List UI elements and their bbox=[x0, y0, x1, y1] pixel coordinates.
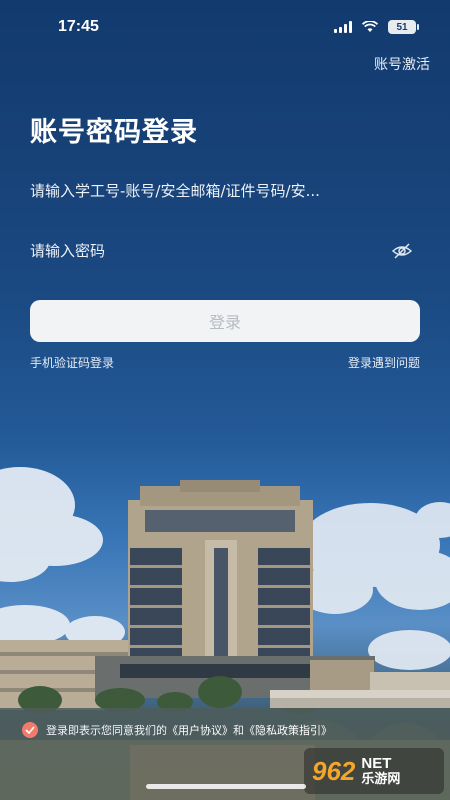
account-input-row bbox=[30, 176, 420, 206]
account-activation-link[interactable]: 账号激活 bbox=[374, 54, 430, 74]
eye-off-icon[interactable] bbox=[392, 242, 412, 260]
privacy-policy-link[interactable]: 《隐私政策指引》 bbox=[244, 724, 332, 737]
check-icon[interactable] bbox=[22, 722, 38, 738]
agreement-row: 登录即表示您同意我们的《用户协议》和《隐私政策指引》 bbox=[22, 722, 332, 738]
signal-icon bbox=[334, 21, 352, 33]
account-input[interactable] bbox=[30, 182, 390, 200]
watermark-net: NET bbox=[361, 755, 392, 773]
watermark-cn: 乐游网 bbox=[361, 771, 401, 787]
agreement-text: 登录即表示您同意我们的《用户协议》和《隐私政策指引》 bbox=[46, 722, 332, 738]
page-title: 账号密码登录 bbox=[30, 117, 198, 148]
status-icons: 51 bbox=[334, 20, 419, 34]
wifi-icon bbox=[362, 21, 378, 32]
agreement-and: 和 bbox=[233, 724, 244, 737]
status-bar: 17:45 51 bbox=[0, 0, 450, 56]
sms-login-link[interactable]: 手机验证码登录 bbox=[30, 354, 114, 371]
watermark-logo: 962 NET 乐游网 bbox=[304, 748, 444, 794]
login-problem-link[interactable]: 登录遇到问题 bbox=[348, 354, 420, 371]
status-time: 17:45 bbox=[58, 18, 99, 35]
watermark-brand: 962 bbox=[312, 755, 356, 786]
login-sub-links: 手机验证码登录 登录遇到问题 bbox=[30, 354, 420, 372]
password-input[interactable] bbox=[30, 242, 390, 260]
user-agreement-link[interactable]: 《用户协议》 bbox=[167, 724, 233, 737]
battery-icon: 51 bbox=[388, 20, 419, 34]
password-input-row bbox=[30, 236, 420, 266]
home-indicator bbox=[146, 784, 306, 789]
agreement-prefix: 登录即表示您同意我们的 bbox=[46, 724, 167, 737]
login-button[interactable]: 登录 bbox=[30, 300, 420, 342]
